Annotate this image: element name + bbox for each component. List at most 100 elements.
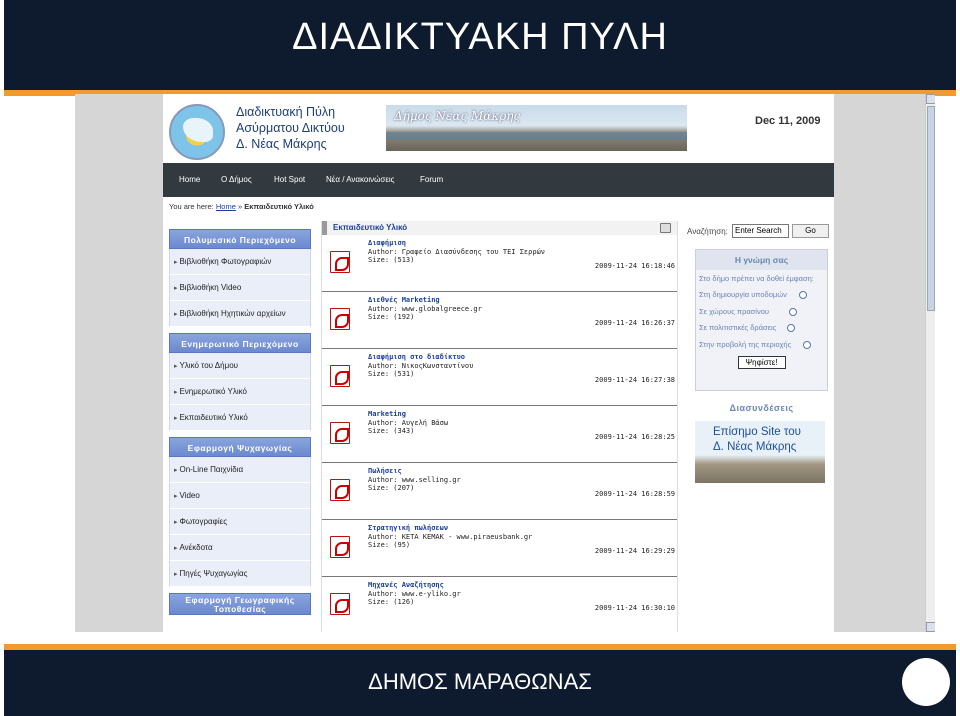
scrollbar-thumb[interactable] — [927, 106, 935, 311]
document-date: 2009-11-24 16:30:10 — [594, 604, 675, 612]
header-banner: Δήμος Νέας Μάκρης — [386, 105, 687, 151]
document-item[interactable]: Διεθνές Marketing Author: www.globalgreec… — [322, 292, 677, 349]
poll-option[interactable]: Σε χώρους πρασίνου — [696, 304, 827, 321]
nav-item-forum[interactable]: Forum — [420, 175, 443, 184]
menu-item[interactable]: Βιβλιοθήκη Video — [169, 275, 311, 301]
menu-item[interactable]: Πηγές Ψυχαγωγίας — [169, 561, 311, 587]
menu-item[interactable]: Ενημερωτικό Υλικό — [169, 379, 311, 405]
search-box: Αναζήτηση: Enter Search Go — [686, 221, 832, 241]
radio-icon[interactable] — [787, 324, 795, 332]
radio-icon[interactable] — [789, 307, 797, 316]
slide-footer-bar: ΔΗΜΟΣ ΜΑΡΑΘΩΝΑΣ — [4, 650, 956, 716]
document-title[interactable]: Διεθνές Marketing — [368, 296, 440, 304]
menu-item[interactable]: Υλικό του Δήμου — [169, 353, 311, 379]
document-title[interactable]: Μηχανές Αναζήτησης — [368, 581, 444, 589]
radio-icon[interactable] — [803, 340, 811, 349]
pdf-icon[interactable] — [330, 536, 350, 558]
document-info: Στρατηγική πωλήσεων Author: ΚΕΤΑ ΚΕΜΑΚ - … — [368, 524, 532, 550]
nav-item-municipality[interactable]: Ο Δήμος — [221, 175, 252, 184]
official-site-banner-text: Επίσημο Site του Δ. Νέας Μάκρης — [713, 425, 801, 455]
content-title: Εκπαιδευτικό Υλικό — [322, 221, 677, 235]
search-label: Αναζήτηση: — [687, 227, 728, 236]
document-author: Author: ΚΕΤΑ ΚΕΜΑΚ - www.piraeusbank.gr — [368, 532, 533, 541]
document-title[interactable]: Διαφήμιση στο διαδίκτυο — [368, 353, 465, 361]
website: Διαδικτυακή Πύλη Ασύρματου Δικτύου Δ. Νέ… — [163, 94, 834, 632]
document-item[interactable]: Πωλήσεις Author: www.selling.gr Size: (207… — [322, 463, 677, 520]
site-name-line: Δ. Νέας Μάκρης — [236, 137, 327, 151]
document-title[interactable]: Στρατηγική πωλήσεων — [368, 524, 448, 532]
pdf-icon[interactable] — [330, 479, 350, 501]
document-size: Size: (126) — [368, 598, 415, 606]
municipality-logo-icon[interactable] — [169, 104, 225, 160]
poll-option-label: Στη δημιουργία υποδομών — [699, 290, 787, 299]
nav-item-hotspot[interactable]: Hot Spot — [274, 175, 305, 184]
menu-item[interactable]: Εκπαιδευτικό Υλικό — [169, 405, 311, 431]
document-item[interactable]: Διαφήμιση Author: Γραφείο Διασύνδεσης του… — [322, 235, 677, 292]
document-size: Size: (207) — [368, 484, 415, 492]
poll-option-label: Σε πολιτιστικές δράσεις — [699, 323, 777, 332]
menu-item[interactable]: Βιβλιοθήκη Ηχητικών αρχείων — [169, 301, 311, 327]
document-size: Size: (95) — [368, 541, 411, 549]
document-size: Size: (531) — [368, 370, 415, 378]
right-column: Αναζήτηση: Enter Search Go Η γνώμη σας Σ… — [686, 221, 832, 483]
document-date: 2009-11-24 16:28:25 — [594, 433, 675, 441]
pdf-icon[interactable] — [330, 251, 350, 273]
banner-line: Επίσημο Site του — [713, 426, 801, 438]
scroll-down-arrow-icon[interactable] — [926, 622, 935, 632]
slide-footer-text: ΔΗΜΟΣ ΜΑΡΑΘΩΝΑΣ — [368, 669, 592, 694]
poll-option[interactable]: Στην προβολή της περιοχής — [696, 337, 827, 354]
document-item[interactable]: Στρατηγική πωλήσεων Author: ΚΕΤΑ ΚΕΜΑΚ - … — [322, 520, 677, 577]
pdf-icon[interactable] — [330, 308, 350, 330]
document-author: Author: www.globalgreece.gr — [368, 304, 482, 313]
site-name-line: Ασύρματου Δικτύου — [236, 121, 345, 135]
breadcrumb-current: Εκπαιδευτικό Υλικό — [244, 202, 314, 211]
banner-text: Δήμος Νέας Μάκρης — [394, 109, 521, 123]
document-size: Size: (513) — [368, 256, 415, 264]
menu-item[interactable]: On-Line Παιχνίδια — [169, 457, 311, 483]
document-date: 2009-11-24 16:27:38 — [594, 376, 675, 384]
print-icon[interactable] — [660, 223, 671, 233]
menu-item[interactable]: Video — [169, 483, 311, 509]
document-size: Size: (343) — [368, 427, 415, 435]
nav-item-home[interactable]: Home — [179, 175, 200, 184]
pdf-icon[interactable] — [330, 593, 350, 615]
nav-item-news[interactable]: Νέα / Ανακοινώσεις — [326, 175, 395, 184]
official-site-banner[interactable]: Επίσημο Site του Δ. Νέας Μάκρης — [695, 421, 825, 483]
menu-item[interactable]: Φωτογραφίες — [169, 509, 311, 535]
document-date: 2009-11-24 16:18:46 — [594, 262, 675, 270]
pdf-icon[interactable] — [330, 365, 350, 387]
document-item[interactable]: Διαφήμιση στο διαδίκτυο Author: ΝικοςΚωνσ… — [322, 349, 677, 406]
document-author: Author: www.selling.gr — [368, 475, 461, 484]
vote-button[interactable]: Ψηφίστε! — [737, 356, 786, 369]
poll-option[interactable]: Σε πολιτιστικές δράσεις — [696, 320, 827, 337]
poll-title: Η γνώμη σας — [696, 250, 827, 270]
slide-title-bar: ΔΙΑΔΙΚΤΥΑΚΗ ΠΥΛΗ — [4, 0, 956, 90]
breadcrumb: You are here: Home » Εκπαιδευτικό Υλικό — [169, 202, 314, 211]
slide-title: ΔΙΑΔΙΚΤΥΑΚΗ ΠΥΛΗ — [292, 16, 668, 58]
menu-item[interactable]: Βιβλιοθήκη Φωτογραφιών — [169, 249, 311, 275]
poll-option[interactable]: Στη δημιουργία υποδομών — [696, 287, 827, 304]
menu-header: Εφαρμογή Γεωγραφικής Τοποθεσίας — [169, 593, 311, 615]
content-title-text: Εκπαιδευτικό Υλικό — [333, 223, 408, 232]
scroll-up-arrow-icon[interactable] — [926, 94, 935, 104]
document-title[interactable]: Marketing — [368, 410, 406, 418]
document-info: Διαφήμιση Author: Γραφείο Διασύνδεσης του… — [368, 239, 545, 265]
poll-question: Στο δήμο πρέπει να δοθεί έμφαση: — [699, 274, 814, 283]
document-item[interactable]: Marketing Author: Αυγελή Βάσω Size: (343) 2… — [322, 406, 677, 463]
menu-item[interactable]: Ανέκδοτα — [169, 535, 311, 561]
document-size: Size: (192) — [368, 313, 415, 321]
document-item[interactable]: Μηχανές Αναζήτησης Author: www.e-yliko.gr… — [322, 577, 677, 632]
document-date: 2009-11-24 16:26:37 — [594, 319, 675, 327]
document-title[interactable]: Πωλήσεις — [368, 467, 402, 475]
pdf-icon[interactable] — [330, 422, 350, 444]
document-title[interactable]: Διαφήμιση — [368, 239, 406, 247]
site-name-line: Διαδικτυακή Πύλη — [236, 105, 336, 119]
breadcrumb-home-link[interactable]: Home — [216, 202, 236, 211]
browser-screenshot: Διαδικτυακή Πύλη Ασύρματου Δικτύου Δ. Νέ… — [75, 94, 935, 632]
radio-icon[interactable] — [799, 291, 807, 299]
menu-header: Εφαρμογή Ψυχαγωγίας — [169, 437, 311, 457]
search-go-button[interactable]: Go — [792, 224, 829, 238]
search-input[interactable]: Enter Search — [732, 224, 789, 238]
links-title: Διασυνδέσεις — [729, 403, 794, 413]
vertical-scrollbar[interactable] — [925, 94, 935, 632]
